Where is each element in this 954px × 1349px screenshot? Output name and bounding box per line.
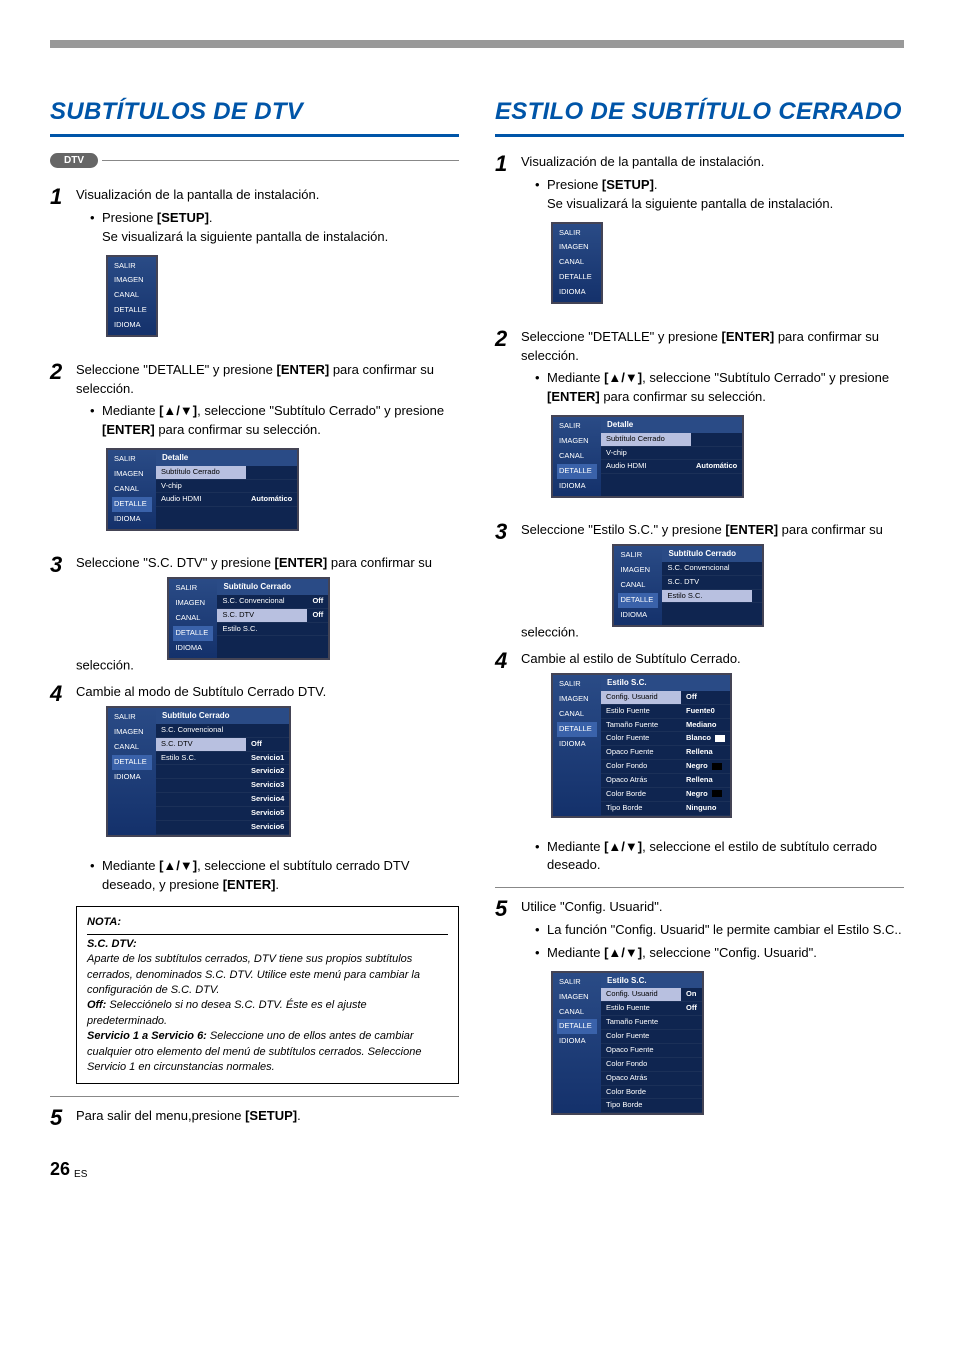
bullet-icon: •	[535, 838, 541, 857]
right-column: ESTILO DE SUBTÍTULO CERRADO 1 Visualizac…	[495, 98, 904, 1139]
enter-key: [ENTER]	[102, 422, 155, 437]
bullet-icon: •	[535, 921, 541, 940]
step2-b1-mid: , seleccione "Subtítulo Cerrado" y presi…	[197, 403, 444, 418]
left-column: SUBTÍTULOS DE DTV DTV 1 Visualización de…	[50, 98, 459, 1139]
bullet-icon: •	[90, 402, 96, 421]
setup-key: [SETUP]	[157, 210, 209, 225]
divider	[50, 1096, 459, 1097]
step-number: 2	[495, 328, 517, 350]
step-number: 4	[50, 683, 72, 705]
osd-menu-main: SALIRIMAGENCANALDETALLEIDIOMA	[551, 222, 603, 304]
color-swatch-icon	[715, 735, 725, 742]
step1-bullet-line2: Se visualizará la siguiente pantalla de …	[102, 229, 388, 244]
step-number: 2	[50, 361, 72, 383]
osd-menu-detalle: SALIRIMAGENCANALDETALLEIDIOMA Detalle Su…	[551, 415, 744, 497]
bullet-icon: •	[90, 209, 96, 228]
note-svc-label: Servicio 1 a Servicio 6:	[87, 1030, 207, 1042]
r-step2-b1-post: para confirmar su selección.	[600, 389, 766, 404]
page-number: 26	[50, 1159, 70, 1180]
r-step1-b1-line2: Se visualizará la siguiente pantalla de …	[547, 196, 833, 211]
arrow-keys: [▲/▼]	[159, 858, 197, 873]
arrow-keys: [▲/▼]	[604, 839, 642, 854]
step1-bullet-post: .	[209, 210, 213, 225]
arrow-keys: [▲/▼]	[159, 403, 197, 418]
badge-rule	[102, 160, 459, 161]
enter-key: [ENTER]	[275, 555, 328, 570]
step4-b1-post: .	[275, 877, 279, 892]
r-step4-text: Cambie al estilo de Subtítulo Cerrado.	[521, 651, 741, 666]
step5-pre: Para salir del menu,presione	[76, 1108, 245, 1123]
color-swatch-icon	[712, 790, 722, 797]
step-number: 1	[495, 153, 517, 175]
r-step5-b2-pre: Mediante	[547, 945, 604, 960]
osd-menu-detalle: SALIRIMAGENCANALDETALLEIDIOMA Detalle Su…	[106, 448, 299, 530]
heading-underline	[50, 134, 459, 137]
enter-key: [ENTER]	[223, 877, 276, 892]
r-step1-b1-post: .	[654, 177, 658, 192]
enter-key: [ENTER]	[276, 362, 329, 377]
color-swatch-icon	[712, 763, 722, 770]
osd-menu-estilo: SALIRIMAGENCANALDETALLEIDIOMA Estilo S.C…	[551, 673, 732, 817]
step-number: 3	[50, 554, 72, 576]
r-step2-b1-mid: , seleccione "Subtítulo Cerrado" y presi…	[642, 370, 889, 385]
bullet-icon: •	[535, 944, 541, 963]
note-off-text: Selecciónelo si no desea S.C. DTV. Éste …	[87, 999, 367, 1026]
step-number: 5	[495, 898, 517, 920]
step2-b1-post: para confirmar su selección.	[155, 422, 321, 437]
r-step1-b1-pre: Presione	[547, 177, 602, 192]
enter-key: [ENTER]	[721, 329, 774, 344]
step1-text: Visualización de la pantalla de instalac…	[76, 187, 319, 202]
r-step3-pre: Seleccione "Estilo S.C." y presione	[521, 522, 725, 537]
left-heading: SUBTÍTULOS DE DTV	[50, 98, 459, 126]
bullet-icon: •	[535, 176, 541, 195]
step4-b1-pre: Mediante	[102, 858, 159, 873]
osd-menu-subtitulo: SALIRIMAGENCANALDETALLEIDIOMA Subtítulo …	[612, 544, 764, 626]
note-box: NOTA: S.C. DTV: Aparte de los subtítulos…	[76, 906, 459, 1084]
r-step5-b2-post: , seleccione "Config. Usuarid".	[642, 945, 817, 960]
step-number: 3	[495, 521, 517, 543]
r-step2-b1-pre: Mediante	[547, 370, 604, 385]
top-divider	[50, 40, 904, 48]
note-subtitle: S.C. DTV:	[87, 937, 448, 952]
step-number: 1	[50, 186, 72, 208]
step2-b1-pre: Mediante	[102, 403, 159, 418]
osd-menu-config-usuarid: SALIRIMAGENCANALDETALLEIDIOMA Estilo S.C…	[551, 971, 704, 1115]
osd-menu-main: SALIR IMAGEN CANAL DETALLE IDIOMA	[106, 255, 158, 337]
bullet-icon: •	[90, 857, 96, 876]
heading-underline	[495, 134, 904, 137]
r-step5-text: Utilice "Config. Usuarid".	[521, 899, 662, 914]
step4-text: Cambie al modo de Subtítulo Cerrado DTV.	[76, 684, 326, 699]
r-step5-b1: La función "Config. Usuarid" le permite …	[547, 921, 904, 940]
page-lang: ES	[74, 1169, 87, 1180]
enter-key: [ENTER]	[547, 389, 600, 404]
dtv-badge: DTV	[50, 153, 98, 168]
divider	[495, 887, 904, 888]
step1-bullet-pre: Presione	[102, 210, 157, 225]
r-step2-pre: Seleccione "DETALLE" y presione	[521, 329, 721, 344]
bullet-icon: •	[535, 369, 541, 388]
step5-post: .	[297, 1108, 301, 1123]
note-off-label: Off:	[87, 999, 106, 1011]
setup-key: [SETUP]	[602, 177, 654, 192]
note-title: NOTA:	[87, 915, 448, 934]
step-number: 5	[50, 1107, 72, 1129]
osd-menu-subtitulo: SALIRIMAGENCANALDETALLEIDIOMA Subtítulo …	[167, 577, 330, 659]
arrow-keys: [▲/▼]	[604, 370, 642, 385]
note-para1: Aparte de los subtítulos cerrados, DTV t…	[87, 952, 448, 998]
right-heading: ESTILO DE SUBTÍTULO CERRADO	[495, 98, 904, 126]
step3-pre: Seleccione "S.C. DTV" y presione	[76, 555, 275, 570]
step2-pre: Seleccione "DETALLE" y presione	[76, 362, 276, 377]
r-step4-b1-pre: Mediante	[547, 839, 604, 854]
r-step1-text: Visualización de la pantalla de instalac…	[521, 154, 764, 169]
step-number: 4	[495, 650, 517, 672]
arrow-keys: [▲/▼]	[604, 945, 642, 960]
enter-key: [ENTER]	[725, 522, 778, 537]
osd-menu-dtv-options: SALIRIMAGENCANALDETALLEIDIOMA Subtítulo …	[106, 706, 291, 837]
setup-key: [SETUP]	[245, 1108, 297, 1123]
